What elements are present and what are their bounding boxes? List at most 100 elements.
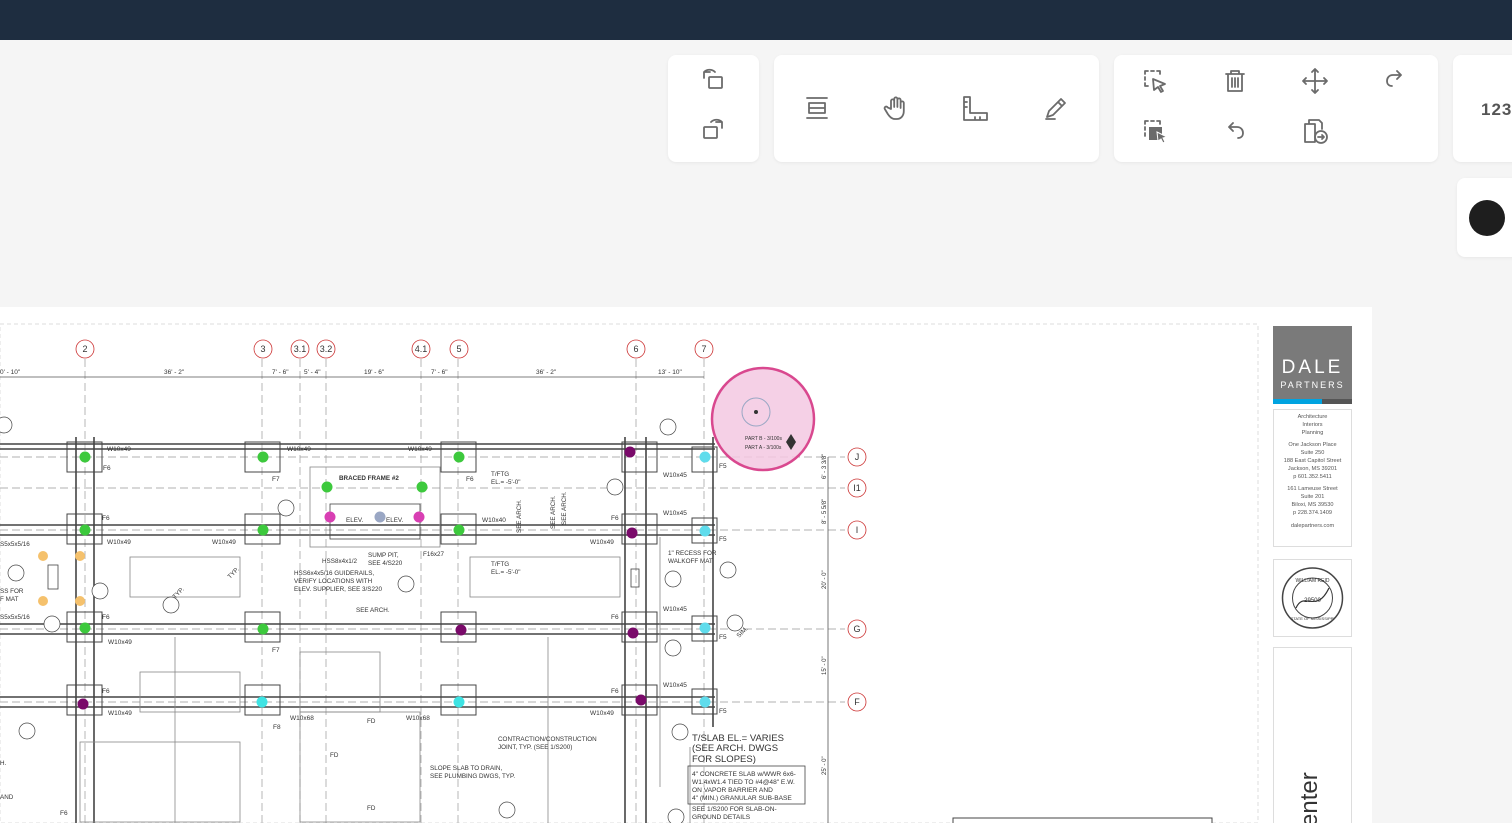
grid-bubble-2: 2 xyxy=(82,344,87,354)
note-fd: FD xyxy=(330,752,339,759)
grid-bubble-3-2: 3.2 xyxy=(320,344,333,354)
office-line: p 601.352.5411 xyxy=(1293,473,1332,480)
move-icon xyxy=(1302,68,1328,94)
note-elev-1: ELEV. xyxy=(346,517,364,524)
note-joint-1: CONTRACTION/CONSTRUCTION xyxy=(498,736,597,743)
note-sump: SUMP PIT, xyxy=(368,552,399,559)
rotate-right-icon xyxy=(703,118,723,139)
dim-side-1: 6' - 3 3/8" xyxy=(822,454,828,479)
note-elev-2: ELEV. xyxy=(386,517,404,524)
floor-plan[interactable]: 0' - 10" 36' - 2" 7' - 6" 5' - 4" 19' - … xyxy=(0,307,1372,823)
firm-service: Planning xyxy=(1301,429,1324,436)
dim-top-1: 0' - 10" xyxy=(0,369,21,376)
rotate-right-button[interactable] xyxy=(693,113,733,149)
redo-button[interactable] xyxy=(1375,63,1415,99)
grid-bubble-3: 3 xyxy=(260,344,265,354)
counter-button[interactable]: 123 xyxy=(1481,100,1512,120)
beam-label: W10x49 xyxy=(590,710,614,717)
office-line: One Jackson Place xyxy=(1288,442,1337,449)
select-copy-icon xyxy=(1144,120,1169,144)
select-copy-button[interactable] xyxy=(1135,113,1175,149)
office-line: Suite 201 xyxy=(1300,494,1325,501)
note-left: AND xyxy=(0,794,14,801)
note-tftg-2-el: EL.= -5'-0" xyxy=(491,569,521,576)
dim-top-2: 36' - 2" xyxy=(164,369,185,376)
note-see-arch-v3: SEE ARCH. xyxy=(561,491,568,525)
measure-button[interactable] xyxy=(955,90,995,126)
office-line: Jackson, MS 39201 xyxy=(1287,465,1338,472)
seal-state: STATE OF MISSISSIPPI xyxy=(1291,616,1335,621)
note-slope-2: SEE PLUMBING DWGS, TYP. xyxy=(430,773,515,780)
firm-logo: DALE PARTNERS xyxy=(1273,326,1352,404)
footing-label: F6 xyxy=(102,515,110,522)
sheet-title: enter xyxy=(1296,772,1323,823)
note-left: SS FOR xyxy=(0,588,24,595)
note-slab-el-2: (SEE ARCH. DWGS xyxy=(692,743,778,754)
footing-label: F5 xyxy=(719,634,727,641)
marker-part-a: PART A - 3/100s xyxy=(745,445,782,451)
footing-label: F5 xyxy=(719,463,727,470)
note-tftg-1-el: EL.= -5'-0" xyxy=(491,479,521,486)
firm-website: dalepartners.com xyxy=(1290,522,1335,529)
grid-bubble-5: 5 xyxy=(456,344,461,354)
note-concrete-3: ON VAPOR BARRIER AND xyxy=(692,787,773,794)
note-tftg-2: T/FTG xyxy=(491,561,509,568)
copy-sheet-icon xyxy=(1304,119,1328,144)
pen-icon xyxy=(1045,98,1066,120)
split-view-button[interactable] xyxy=(797,90,837,126)
firm-sub: PARTNERS xyxy=(1280,380,1345,390)
rotate-left-button[interactable] xyxy=(693,63,733,99)
color-swatch-button[interactable] xyxy=(1469,200,1505,236)
note-see-slab-1: SEE 1/S200 FOR SLAB-ON- xyxy=(692,806,777,813)
dim-top-3: 7' - 6" xyxy=(272,369,289,376)
grid-bubble-6: 6 xyxy=(633,344,638,354)
app-header-bar xyxy=(0,0,1512,40)
note-braced-frame: BRACED FRAME #2 xyxy=(339,475,399,482)
beam-label: W10x49 xyxy=(108,639,132,646)
beam-label: W10x68 xyxy=(406,715,430,722)
beam-label: W10x49 xyxy=(108,710,132,717)
delete-button[interactable] xyxy=(1215,63,1255,99)
note-concrete-1: 4" CONCRETE SLAB w/WWR 6x6- xyxy=(692,771,796,778)
footing-label: F6 xyxy=(103,465,111,472)
footing-label: F6 xyxy=(466,476,474,483)
office-line: Biloxi, MS 39530 xyxy=(1291,501,1334,508)
note-see-arch-v1: SEE ARCH. xyxy=(516,499,523,533)
pan-tool-button[interactable] xyxy=(876,90,916,126)
marker-part-b: PART B - 3/100s xyxy=(745,436,782,442)
counter-toolbar: 123 xyxy=(1453,55,1512,162)
drawing-sheet[interactable]: 0' - 10" 36' - 2" 7' - 6" 5' - 4" 19' - … xyxy=(0,307,1372,823)
dim-side-4: 15' - 0" xyxy=(822,656,828,675)
firm-address-block: Architecture Interiors Planning One Jack… xyxy=(1273,409,1352,547)
note-guiderails-3: ELEV. SUPPLIER, SEE 3/S220 xyxy=(294,586,382,593)
note-see-slab-2: GROUND DETAILS xyxy=(692,814,751,821)
beam-label: W10x49 xyxy=(212,539,236,546)
copy-to-sheet-button[interactable] xyxy=(1295,113,1335,149)
pen-markup-button[interactable] xyxy=(1036,90,1076,126)
beam-label: W10x68 xyxy=(290,715,314,722)
color-panel xyxy=(1457,178,1512,257)
footing-label: F6 xyxy=(60,810,68,817)
select-area-button[interactable] xyxy=(1135,63,1175,99)
grid-bubble-7: 7 xyxy=(701,344,706,354)
note-joint-2: JOINT, TYP. (SEE 1/S200) xyxy=(498,744,572,751)
grid-bubble-3-1: 3.1 xyxy=(294,344,307,354)
footing-label: F6 xyxy=(611,515,619,522)
move-button[interactable] xyxy=(1295,63,1335,99)
beam-label: W10x45 xyxy=(663,606,687,613)
beam-label: W10x45 xyxy=(663,682,687,689)
seal-text: WILLIAM REID xyxy=(1296,578,1330,584)
grid-bubble-i1: I1 xyxy=(853,483,861,493)
footing-label: F5 xyxy=(719,536,727,543)
note-left: S5x5x5/16 xyxy=(0,541,30,548)
dim-side-5: 25' - 0" xyxy=(822,756,828,775)
note-recess-1: 1" RECESS FOR xyxy=(668,550,717,557)
office-line: p 228.374.1409 xyxy=(1293,509,1332,516)
beam-label: W10x49 xyxy=(408,446,432,453)
rotate-toolbar xyxy=(668,55,759,162)
note-fd: FD xyxy=(367,718,376,725)
highlight-marker[interactable]: PART B - 3/100s PART A - 3/100s xyxy=(710,366,816,472)
note-left: F MAT xyxy=(0,596,19,603)
undo-button[interactable] xyxy=(1215,113,1255,149)
dim-top-7: 36' - 2" xyxy=(536,369,557,376)
